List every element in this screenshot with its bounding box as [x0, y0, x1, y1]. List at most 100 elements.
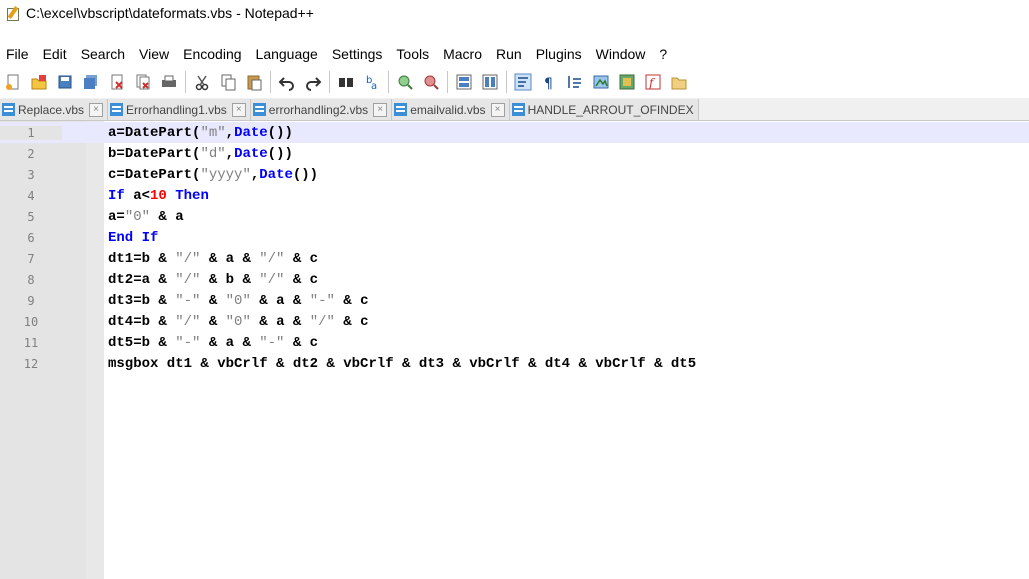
saved-file-icon — [511, 103, 525, 116]
token-keyword: Then — [175, 187, 209, 204]
doc-map-icon[interactable] — [618, 73, 636, 91]
toolbar: b a ¶ f — [0, 68, 1029, 96]
line-number: 11 — [23, 335, 39, 350]
folder-workspace-icon[interactable] — [670, 73, 688, 91]
saved-file-icon — [2, 103, 15, 116]
sync-horizontal-icon[interactable] — [481, 73, 499, 91]
token-op: ()) — [292, 166, 319, 183]
token-default: & a & — [250, 292, 310, 309]
menu-file[interactable]: File — [0, 46, 37, 62]
toolbar-separator — [506, 71, 507, 93]
replace-icon[interactable]: ba — [363, 73, 381, 91]
code-line[interactable]: 11 dt5=b & "-" & a & "-" & c — [0, 332, 1029, 353]
token-string: "d" — [200, 145, 226, 162]
tab-emailvalid-vbs[interactable]: emailvalid.vbs × — [392, 99, 510, 120]
code-line[interactable]: 2 b=DatePart("d",Date()) — [0, 143, 1029, 164]
line-number: 7 — [27, 251, 35, 266]
menu-edit[interactable]: Edit — [37, 46, 75, 62]
token-op: ()) — [267, 145, 293, 162]
token-default: DatePart — [124, 166, 193, 183]
token-string: "-" — [175, 334, 201, 351]
paste-icon[interactable] — [245, 73, 263, 91]
token-string: "-" — [175, 292, 201, 309]
menu-encoding[interactable]: Encoding — [177, 46, 249, 62]
tab-close-icon[interactable]: × — [373, 102, 388, 117]
token-default: dt4=b & — [108, 313, 176, 330]
editor[interactable]: 1 a=DatePart("m",Date()) 2 b=DatePart("d",D… — [0, 121, 1029, 579]
code-text: If a<10 Then — [108, 188, 209, 204]
code-line[interactable]: 10 dt4=b & "/" & "0" & a & "/" & c — [0, 311, 1029, 332]
notepad-plus-plus-icon — [6, 6, 20, 21]
code-line[interactable]: 7 dt1=b & "/" & a & "/" & c — [0, 248, 1029, 269]
code-line[interactable]: 8 dt2=a & "/" & b & "/" & c — [0, 269, 1029, 290]
token-func: Date — [259, 166, 293, 183]
menu-tools[interactable]: Tools — [390, 46, 437, 62]
tab-close-icon[interactable]: × — [490, 102, 505, 117]
cut-icon[interactable] — [193, 73, 211, 91]
line-number: 12 — [23, 356, 39, 371]
print-icon[interactable] — [160, 73, 178, 91]
udl-icon[interactable] — [592, 73, 610, 91]
token-op: , — [250, 166, 260, 183]
code-line[interactable]: 3 c=DatePart("yyyy",Date()) — [0, 164, 1029, 185]
undo-icon[interactable] — [278, 73, 296, 91]
menu-run[interactable]: Run — [490, 46, 530, 62]
token-default: dt3=b & — [108, 292, 176, 309]
token-string: "m" — [200, 124, 226, 141]
code-line[interactable]: 6 End If — [0, 227, 1029, 248]
token-default: & c — [284, 334, 319, 351]
tab-close-icon[interactable]: × — [231, 102, 246, 117]
open-file-icon[interactable] — [30, 73, 48, 91]
token-keyword: If — [108, 187, 125, 204]
tab-errorhandling2-vbs[interactable]: errorhandling2.vbs × — [250, 99, 393, 120]
code-line[interactable]: 4 If a<10 Then — [0, 185, 1029, 206]
code-text: a=DatePart("m",Date()) — [108, 125, 293, 141]
tab-replace-vbs[interactable]: Replace.vbs × — [0, 99, 109, 120]
tab-label: emailvalid.vbs — [410, 102, 486, 117]
token-keyword: End If — [108, 229, 159, 246]
menu-plugins[interactable]: Plugins — [530, 46, 590, 62]
sync-vertical-icon[interactable] — [455, 73, 473, 91]
token-string: "-" — [309, 292, 335, 309]
tab-label: Errorhandling1.vbs — [126, 102, 227, 117]
token-default: msgbox dt1 & vbCrlf & dt2 & vbCrlf & dt3… — [108, 355, 697, 372]
token-default: & — [200, 292, 226, 309]
token-default: & c — [284, 271, 319, 288]
find-icon[interactable] — [337, 73, 355, 91]
token-string: "/" — [175, 313, 201, 330]
code-line[interactable]: 9 dt3=b & "-" & "0" & a & "-" & c — [0, 290, 1029, 311]
token-default — [167, 188, 175, 204]
tab-errorhandling1-vbs[interactable]: Errorhandling1.vbs × — [108, 99, 251, 120]
token-default: dt2=a & — [108, 271, 176, 288]
menu-search[interactable]: Search — [75, 46, 133, 62]
close-icon[interactable] — [108, 73, 126, 91]
token-func: Date — [234, 124, 268, 141]
close-all-icon[interactable] — [134, 73, 152, 91]
token-default: & c — [334, 313, 369, 330]
menu-language[interactable]: Language — [250, 46, 326, 62]
menu-settings[interactable]: Settings — [326, 46, 391, 62]
show-all-chars-icon[interactable]: ¶ — [540, 73, 558, 91]
toolbar-separator — [447, 71, 448, 93]
zoom-out-icon[interactable] — [422, 73, 440, 91]
word-wrap-icon[interactable] — [514, 73, 532, 91]
token-default: & a & — [250, 313, 310, 330]
menu-help[interactable]: ? — [653, 46, 675, 62]
code-line[interactable]: 5 a="0" & a — [0, 206, 1029, 227]
new-file-icon[interactable] — [4, 73, 22, 91]
redo-icon[interactable] — [304, 73, 322, 91]
tab-handle-arrout-ofindex[interactable]: HANDLE_ARROUT_OFINDEX — [509, 99, 699, 120]
save-all-icon[interactable] — [82, 73, 100, 91]
menu-macro[interactable]: Macro — [437, 46, 490, 62]
menu-view[interactable]: View — [133, 46, 177, 62]
menu-window[interactable]: Window — [590, 46, 654, 62]
code-line[interactable]: 12 msgbox dt1 & vbCrlf & dt2 & vbCrlf & d… — [0, 353, 1029, 374]
zoom-in-icon[interactable] — [396, 73, 414, 91]
save-icon[interactable] — [56, 73, 74, 91]
indent-guide-icon[interactable] — [566, 73, 584, 91]
function-list-icon[interactable]: f — [644, 73, 662, 91]
code-line[interactable]: 1 a=DatePart("m",Date()) — [0, 122, 1029, 143]
tab-close-icon[interactable]: × — [89, 102, 104, 117]
copy-icon[interactable] — [219, 73, 237, 91]
tab-label: Replace.vbs — [18, 102, 85, 117]
